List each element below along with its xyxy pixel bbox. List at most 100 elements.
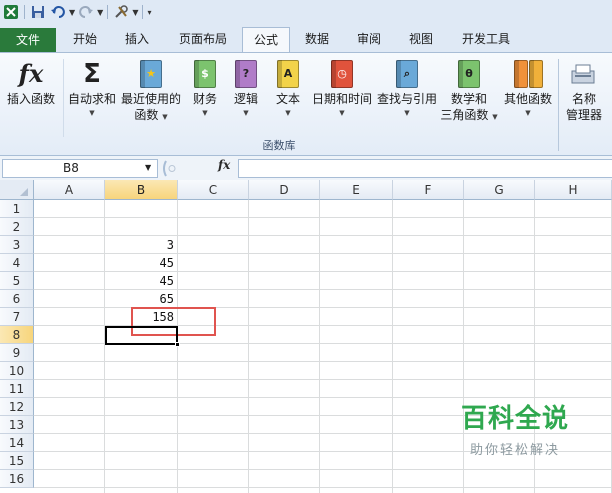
math-trig-label-line1: 数学和 <box>450 92 487 106</box>
dropdown-arrow-icon: ▼ <box>285 109 291 117</box>
redo-dropdown-icon[interactable]: ▼ <box>97 8 103 17</box>
logical-button[interactable]: ? 逻辑 ▼ <box>228 57 264 119</box>
insert-function-label: 插入函数 <box>6 92 55 106</box>
dropdown-arrow-icon: ▼ <box>404 109 410 117</box>
formulas-ribbon: fx 插入函数 Σ 自动求和 ▼ ★ 最近使用的 函数 ▼ $ 财务 ▼ ? 逻… <box>0 52 612 156</box>
dropdown-arrow-icon: ▼ <box>202 109 208 117</box>
redo-icon[interactable] <box>77 3 95 21</box>
row-gridline <box>34 379 612 380</box>
logical-label: 逻辑 <box>233 92 258 106</box>
row-header-11[interactable]: 11 <box>0 380 34 398</box>
formula-bar: B8 ▼ fx <box>0 156 612 180</box>
cell-b5[interactable]: 45 <box>105 272 178 290</box>
tab-developer[interactable]: 开发工具 <box>452 27 520 51</box>
tab-page-layout[interactable]: 页面布局 <box>168 27 238 51</box>
row-header-15[interactable]: 15 <box>0 452 34 470</box>
tools-icon[interactable] <box>112 3 130 21</box>
column-header-a[interactable]: A <box>34 180 105 200</box>
row-header-13[interactable]: 13 <box>0 416 34 434</box>
row-header-10[interactable]: 10 <box>0 362 34 380</box>
recently-used-button[interactable]: ★ 最近使用的 函数 ▼ <box>120 57 182 123</box>
autosum-button[interactable]: Σ 自动求和 ▼ <box>66 57 118 119</box>
row-header-5[interactable]: 5 <box>0 272 34 290</box>
magnifier-book-icon: ⌕ <box>392 57 422 91</box>
column-header-g[interactable]: G <box>464 180 535 200</box>
dropdown-arrow-icon: ▼ <box>525 109 531 117</box>
more-functions-button[interactable]: 其他函数 ▼ <box>500 57 556 119</box>
toolbar-separator <box>24 5 25 19</box>
row-header-12[interactable]: 12 <box>0 398 34 416</box>
row-header-4[interactable]: 4 <box>0 254 34 272</box>
name-box[interactable]: B8 <box>2 159 158 178</box>
insert-function-fx-icon[interactable]: fx <box>218 158 230 172</box>
active-cell-b8[interactable] <box>105 326 178 345</box>
date-time-label: 日期和时间 <box>311 92 372 106</box>
tab-data[interactable]: 数据 <box>294 27 340 51</box>
formula-input[interactable] <box>238 159 612 178</box>
column-gridline <box>392 200 393 493</box>
undo-dropdown-icon[interactable]: ▼ <box>69 8 75 17</box>
fill-handle[interactable] <box>175 342 180 347</box>
row-header-6[interactable]: 6 <box>0 290 34 308</box>
toolbar-separator <box>107 5 109 19</box>
cell-b4[interactable]: 45 <box>105 254 178 272</box>
recently-used-label-line2: 函数 ▼ <box>134 108 168 122</box>
tools-dropdown-icon[interactable]: ▼ <box>132 8 138 17</box>
lookup-reference-label: 查找与引用 <box>376 92 437 106</box>
tab-insert[interactable]: 插入 <box>112 27 162 51</box>
column-header-b[interactable]: B <box>105 180 178 200</box>
row-header-3[interactable]: 3 <box>0 236 34 254</box>
dropdown-arrow-icon: ▼ <box>243 109 249 117</box>
text-book-icon: A <box>273 57 303 91</box>
column-header-f[interactable]: F <box>393 180 464 200</box>
watermark-subtitle: 助你轻松解决 <box>469 443 560 458</box>
date-time-button[interactable]: ◷ 日期和时间 ▼ <box>310 57 374 119</box>
recently-used-label-line1: 最近使用的 <box>120 92 181 106</box>
save-icon[interactable] <box>29 3 47 21</box>
cell-b6[interactable]: 65 <box>105 290 178 308</box>
tab-file[interactable]: 文件 <box>0 28 56 52</box>
row-header-16[interactable]: 16 <box>0 470 34 488</box>
undo-icon[interactable] <box>49 3 67 21</box>
clock-book-icon: ◷ <box>327 57 357 91</box>
fx-icon: fx <box>18 59 44 88</box>
tab-view[interactable]: 视图 <box>398 27 444 51</box>
insert-function-button[interactable]: fx 插入函数 <box>2 57 60 107</box>
column-header-d[interactable]: D <box>249 180 320 200</box>
customize-toolbar-icon[interactable]: ▾ <box>147 8 151 17</box>
math-trig-button[interactable]: θ 数学和 三角函数 ▼ <box>440 57 498 123</box>
tab-review[interactable]: 审阅 <box>346 27 392 51</box>
name-manager-button[interactable]: 名称 管理器 <box>562 57 606 123</box>
quick-access-toolbar: ▼ ▼ ▼ ▾ <box>0 0 612 24</box>
text-label: 文本 <box>275 92 300 106</box>
column-header-h[interactable]: H <box>535 180 612 200</box>
name-box-dropdown-icon[interactable]: ▼ <box>145 163 151 172</box>
row-gridline <box>34 361 612 362</box>
column-header-e[interactable]: E <box>320 180 393 200</box>
column-gridline <box>248 200 249 493</box>
column-gridline <box>319 200 320 493</box>
name-manager-icon <box>569 57 599 91</box>
excel-logo-icon[interactable] <box>2 3 20 21</box>
star-book-icon: ★ <box>136 57 166 91</box>
cell-b3[interactable]: 3 <box>105 236 178 254</box>
financial-button[interactable]: $ 财务 ▼ <box>186 57 224 119</box>
dropdown-arrow-icon: ▼ <box>89 109 95 117</box>
logical-book-icon: ? <box>231 57 261 91</box>
column-header-c[interactable]: C <box>178 180 249 200</box>
row-header-14[interactable]: 14 <box>0 434 34 452</box>
text-button[interactable]: A 文本 ▼ <box>270 57 306 119</box>
row-header-9[interactable]: 9 <box>0 344 34 362</box>
lookup-reference-button[interactable]: ⌕ 查找与引用 ▼ <box>376 57 438 119</box>
function-library-group-label: 函数库 <box>262 139 296 152</box>
row-header-7[interactable]: 7 <box>0 308 34 326</box>
name-manager-label-line1: 名称 <box>571 92 596 106</box>
ribbon-separator <box>63 59 64 137</box>
more-functions-label: 其他函数 <box>503 92 552 106</box>
tab-formulas[interactable]: 公式 <box>242 27 290 53</box>
select-all-corner[interactable] <box>0 180 34 200</box>
row-header-8[interactable]: 8 <box>0 326 34 344</box>
tab-home[interactable]: 开始 <box>60 27 110 51</box>
row-header-2[interactable]: 2 <box>0 218 34 236</box>
row-header-1[interactable]: 1 <box>0 200 34 218</box>
